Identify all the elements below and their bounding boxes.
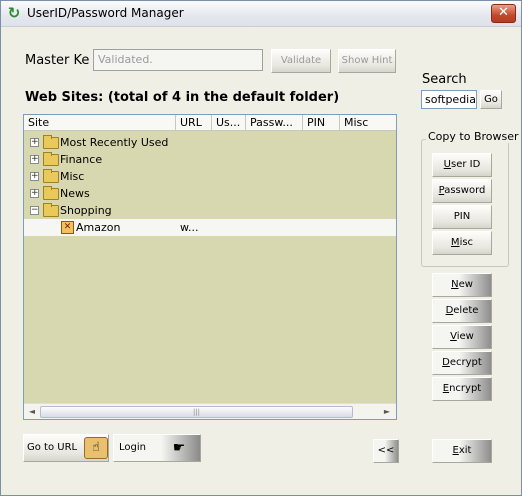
tree-folder-row[interactable]: + News [24, 185, 396, 202]
folder-label: Shopping [60, 204, 112, 217]
copy-password-button[interactable]: Password [432, 179, 492, 203]
open-folder-icon [43, 203, 59, 217]
folder-label: Most Recently Used [60, 136, 169, 149]
tree-folder-row[interactable]: − Shopping [24, 202, 396, 219]
copy-misc-button[interactable]: Misc [432, 231, 492, 255]
site-entry-row[interactable]: ✕ Amazon w... [24, 219, 396, 236]
login-label: Login [119, 442, 146, 453]
close-button[interactable]: ✕ [491, 4, 516, 23]
tree-folder-row[interactable]: + Finance [24, 151, 396, 168]
column-header: Site URL Us... Passw... PIN Misc [24, 115, 396, 131]
sites-tree[interactable]: Site URL Us... Passw... PIN Misc + Most … [23, 114, 397, 420]
login-button[interactable]: Login ☛ [113, 434, 201, 462]
copy-userid-button[interactable]: User ID [432, 153, 492, 177]
search-input[interactable]: softpedia [421, 90, 477, 109]
horizontal-scrollbar[interactable]: ◄ ||| ► [24, 403, 396, 419]
show-hint-button[interactable]: Show Hint [338, 49, 396, 73]
decrypt-button[interactable]: Decrypt [432, 351, 492, 375]
column-pin[interactable]: PIN [303, 115, 340, 131]
column-site[interactable]: Site [24, 115, 176, 131]
copy-to-browser-legend: Copy to Browser [426, 130, 521, 143]
validate-button[interactable]: Validate [271, 49, 331, 73]
scroll-thumb[interactable]: ||| [40, 406, 353, 418]
go-to-url-button[interactable]: Go to URL ☝ [23, 434, 109, 462]
encrypt-button[interactable]: Encrypt [432, 377, 492, 401]
main-window: ↻ UserID/Password Manager ✕ Master Ke Va… [0, 0, 522, 496]
expand-icon[interactable]: + [30, 155, 39, 164]
tree-folder-row[interactable]: + Most Recently Used [24, 134, 396, 151]
column-password[interactable]: Passw... [246, 115, 303, 131]
go-to-url-icon: ☝ [84, 437, 108, 459]
scroll-left-icon[interactable]: ◄ [26, 406, 38, 418]
folder-icon [43, 186, 59, 200]
site-entry-icon: ✕ [61, 221, 74, 234]
login-hand-icon: ☛ [172, 440, 186, 456]
search-go-button[interactable]: Go [480, 90, 502, 109]
delete-button[interactable]: Delete [432, 299, 492, 323]
master-key-label: Master Ke [25, 53, 90, 68]
column-misc[interactable]: Misc [340, 115, 396, 131]
site-name: Amazon [76, 221, 121, 234]
folder-icon [43, 152, 59, 166]
folder-icon [43, 135, 59, 149]
tree-folder-row[interactable]: + Misc [24, 168, 396, 185]
app-logo-icon: ↻ [7, 4, 21, 22]
folder-label: Finance [60, 153, 103, 166]
new-button[interactable]: New [432, 273, 492, 297]
scroll-right-icon[interactable]: ► [381, 406, 393, 418]
view-button[interactable]: View [432, 325, 492, 349]
expand-icon[interactable]: + [30, 138, 39, 147]
expand-icon[interactable]: + [30, 189, 39, 198]
search-label: Search [422, 72, 467, 87]
collapse-icon[interactable]: − [30, 206, 39, 215]
folder-label: News [60, 187, 90, 200]
column-userid[interactable]: Us... [212, 115, 246, 131]
websites-heading: Web Sites: (total of 4 in the default fo… [25, 90, 340, 105]
title-bar[interactable]: ↻ UserID/Password Manager ✕ [1, 1, 521, 27]
folder-icon [43, 169, 59, 183]
collapse-button[interactable]: << [373, 439, 399, 463]
exit-button[interactable]: Exit [432, 439, 492, 463]
folder-label: Misc [60, 170, 85, 183]
window-title: UserID/Password Manager [27, 6, 184, 20]
copy-pin-button[interactable]: PIN [432, 205, 492, 229]
site-url: w... [180, 221, 199, 234]
go-to-url-label: Go to URL [27, 442, 78, 453]
column-url[interactable]: URL [176, 115, 212, 131]
expand-icon[interactable]: + [30, 172, 39, 181]
master-key-field[interactable]: Validated. [93, 49, 263, 71]
